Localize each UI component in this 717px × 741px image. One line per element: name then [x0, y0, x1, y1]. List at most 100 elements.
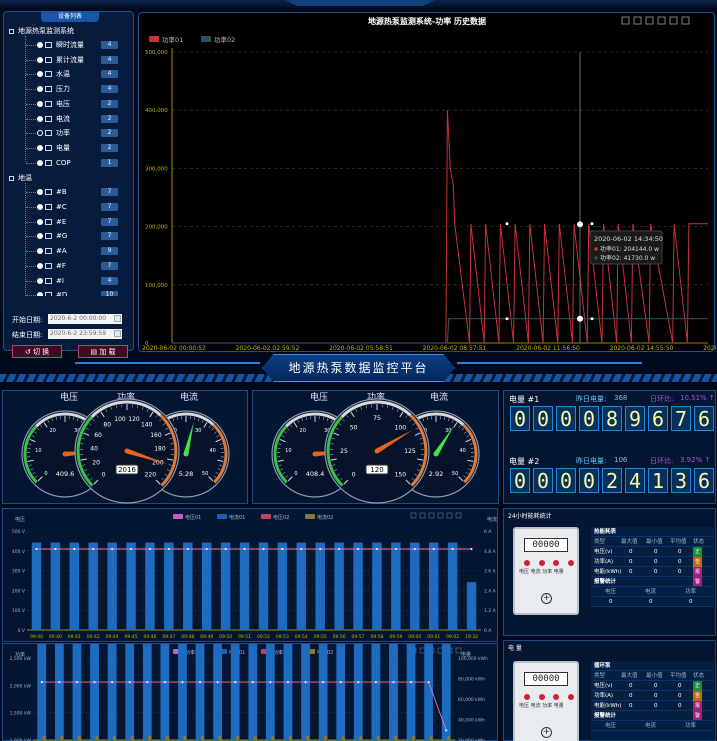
tree-item[interactable]: COP 1	[37, 158, 132, 168]
line-point	[167, 548, 170, 551]
bar-secondary	[113, 736, 117, 740]
knob-icon: +	[541, 727, 552, 738]
tree-item[interactable]: 瞬时流量 4	[37, 40, 132, 50]
tree-connector	[26, 236, 36, 238]
tree-item[interactable]: 电压 2	[37, 99, 132, 109]
count-badge: 7	[101, 203, 118, 211]
radio-icon[interactable]	[37, 189, 43, 196]
tree-item[interactable]: 功率 2	[37, 128, 132, 138]
bar	[441, 644, 451, 740]
platform-title: 地源热泵数据监控平台	[262, 354, 455, 382]
tree-item[interactable]: 水温 4	[37, 69, 132, 79]
calendar-icon[interactable]	[114, 330, 121, 337]
calendar-icon[interactable]	[114, 315, 121, 322]
tree-item[interactable]: #D 10	[37, 290, 132, 296]
table-header: 平均值	[670, 539, 687, 545]
voltage-current-chart-panel: 电压01 电流01 电压02 电流02 电压 电流 0 V 100 V 200 V 300 V 40…	[2, 508, 498, 642]
line-point	[394, 548, 397, 551]
line-point	[130, 548, 133, 551]
top-deco	[285, 0, 435, 6]
energy-meter-device: 00000 电压 电流 功率 电量 +	[513, 661, 579, 741]
indicator-light	[553, 560, 560, 566]
count-badge: 4	[101, 70, 118, 79]
tree-item[interactable]: 电流 2	[37, 114, 132, 124]
radio-icon[interactable]	[37, 115, 43, 122]
table-cell: 0	[678, 693, 682, 699]
radio-icon[interactable]	[37, 86, 43, 93]
radio-icon[interactable]	[37, 159, 43, 166]
bar	[213, 644, 223, 740]
tree-item[interactable]: 电量 2	[37, 143, 132, 153]
legend-swatch	[149, 36, 159, 42]
tree-item-label: 水温	[56, 70, 70, 79]
gauge-cluster-2: 电压功率电流01020304050408.4010203040502.92025…	[271, 391, 480, 504]
table-cell: 0	[678, 569, 682, 575]
radio-icon[interactable]	[37, 292, 43, 296]
device-panel-title: 电 量	[508, 645, 522, 652]
gauge-value: 409.6	[56, 470, 75, 478]
tree-group[interactable]: 地温	[9, 173, 32, 183]
y2-tick-label: 2.4 A	[484, 588, 497, 594]
radio-icon[interactable]	[37, 248, 43, 255]
count-badge: 7	[101, 188, 118, 197]
radio-icon[interactable]	[37, 130, 43, 137]
bar	[318, 644, 328, 740]
radio-icon[interactable]	[37, 71, 43, 78]
tree-item[interactable]: #G 7	[37, 231, 132, 241]
end-date-input[interactable]: 2020-6-2 23:59:59	[48, 329, 122, 339]
count-badge: 2	[101, 114, 118, 123]
radio-icon[interactable]	[37, 56, 43, 63]
top-strip	[0, 0, 717, 9]
tree-item[interactable]: 累计流量 4	[37, 55, 132, 65]
gauge-tick-label: 60	[94, 432, 102, 439]
radio-icon[interactable]	[37, 277, 43, 284]
legend-swatch	[173, 514, 183, 519]
tree-item[interactable]: #E 7	[37, 217, 132, 227]
bar	[258, 542, 269, 630]
tree-item[interactable]: #F 7	[37, 261, 132, 271]
tree-item[interactable]: #C 7	[37, 202, 132, 212]
line-point	[163, 681, 166, 684]
tree-item[interactable]: #A 9	[37, 246, 132, 256]
table-title-row: 循环泵	[591, 661, 714, 671]
x-tick-label: 2020-06-02 11:56:50	[516, 345, 580, 352]
indicator-light	[567, 694, 574, 700]
tree-item[interactable]: #B 7	[37, 187, 132, 197]
radio-icon[interactable]	[37, 262, 43, 269]
line-point	[73, 548, 76, 551]
crop-icon	[645, 16, 654, 25]
table-cell: 0	[678, 559, 682, 565]
gauge-tick-label: 100	[395, 425, 407, 432]
tree-item[interactable]: #I 4	[37, 276, 132, 286]
start-date-input[interactable]: 2020-6-2 00:00:00	[48, 314, 122, 324]
tree-group[interactable]: 地源热泵监测系统	[9, 26, 74, 36]
knob-icon: +	[541, 593, 552, 604]
radio-icon[interactable]	[37, 204, 43, 210]
bar	[389, 644, 398, 740]
device-panel-2: 电 量 00000 电压 电流 功率 电量 + 循环泵 类型 最大值 最小值 平均值 状态 电压(v…	[503, 640, 716, 741]
gauge-hub	[124, 448, 130, 454]
data-point	[505, 317, 509, 321]
tree-item[interactable]: 压力 4	[37, 84, 132, 94]
x-tick-label: 09:47	[162, 634, 175, 640]
radio-icon[interactable]	[37, 233, 43, 240]
bar	[126, 542, 136, 630]
radio-icon[interactable]	[37, 218, 43, 225]
yesterday-value: 106	[614, 456, 628, 464]
alarm-title-row: 报警统计	[591, 577, 714, 587]
right-axis-title: 电流	[487, 516, 497, 523]
collapse-icon[interactable]	[9, 28, 14, 34]
radio-icon[interactable]	[37, 42, 43, 48]
chart-title: 地源热泵监测系统-功率 历史数据	[368, 16, 486, 26]
count-badge: 2	[101, 129, 118, 138]
gauge-tick-label: 0	[352, 471, 356, 478]
digit: 7	[671, 406, 691, 431]
bar	[50, 542, 61, 630]
y-tick-label: 200 V	[12, 588, 26, 594]
collapse-icon[interactable]	[9, 175, 14, 181]
radio-icon[interactable]	[37, 100, 43, 107]
alarm-header-row: 电压 电流 功率	[591, 721, 714, 731]
tree-group-label: 地温	[18, 174, 32, 183]
radio-icon[interactable]	[37, 144, 43, 151]
line-point	[40, 681, 43, 684]
